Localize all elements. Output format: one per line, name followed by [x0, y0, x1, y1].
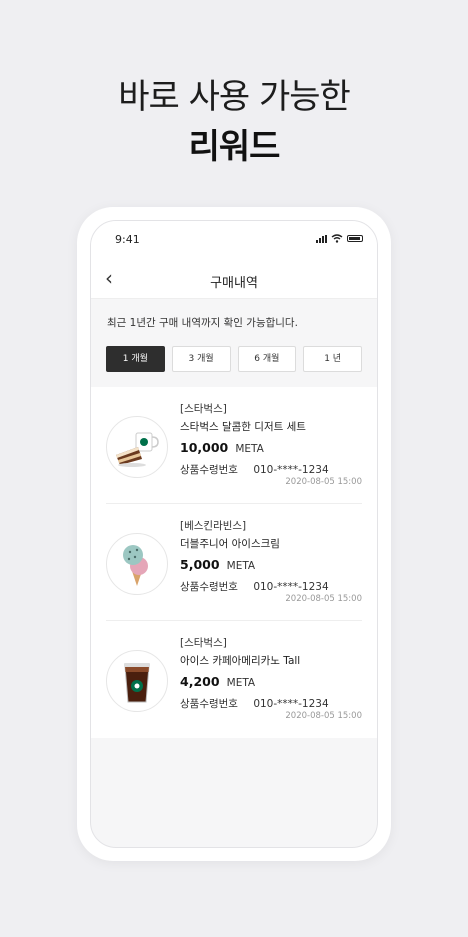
ice-cream-icon — [106, 533, 168, 595]
headline-line-1: 바로 사용 가능한 — [118, 77, 351, 117]
page-title: 구매내역 — [210, 276, 258, 291]
filter-1-month[interactable]: 1 개월 — [106, 346, 165, 372]
item-name: 아이스 카페아메리카노 Tall — [180, 655, 301, 667]
item-code-value: 010-****-1234 — [253, 698, 329, 710]
item-price-unit: META — [235, 443, 264, 455]
status-icons — [316, 234, 363, 243]
item-code: 상품수령번호 010-****-1234 — [180, 696, 362, 712]
phone-frame: 9:41 ‹ 구매내역 최근 1년간 구매 내역까지 확인 가능합니다. 1 개… — [77, 207, 391, 861]
item-date: 2020-08-05 15:00 — [285, 594, 362, 604]
purchase-item[interactable]: [스타벅스] 아이스 카페아메리카노 Tall 4,200 META 상품수령번… — [106, 621, 362, 738]
item-code-value: 010-****-1234 — [253, 581, 329, 593]
cake-coffee-icon — [106, 416, 168, 478]
item-name: 더블주니어 아이스크림 — [180, 538, 280, 550]
item-code: 상품수령번호 010-****-1234 — [180, 462, 362, 478]
item-price-value: 5,000 — [180, 557, 220, 572]
item-code-value: 010-****-1234 — [253, 464, 329, 476]
item-brand: [스타벅스] — [180, 637, 227, 649]
item-price-unit: META — [226, 677, 256, 689]
filter-1-year[interactable]: 1 년 — [303, 346, 362, 372]
signal-icon — [316, 234, 327, 243]
filter-6-months[interactable]: 6 개월 — [237, 346, 297, 372]
status-bar: 9:41 — [91, 221, 377, 261]
item-price: 4,200 META — [180, 672, 362, 692]
item-code: 상품수령번호 010-****-1234 — [180, 579, 362, 595]
purchase-item-info: [스타벅스] 아이스 카페아메리카노 Tall 4,200 META 상품수령번… — [180, 635, 362, 712]
item-code-label: 상품수령번호 — [180, 464, 238, 476]
purchase-item-info: [베스킨라빈스] 더블주니어 아이스크림 5,000 META 상품수령번호 0… — [180, 518, 362, 595]
battery-icon — [347, 235, 363, 242]
item-brand: [베스킨라빈스] — [180, 520, 247, 532]
nav-bar: ‹ 구매내역 — [91, 261, 377, 299]
wifi-icon — [331, 234, 343, 243]
purchase-list: [스타벅스] 스타벅스 달콤한 디저트 세트 10,000 META 상품수령번… — [91, 387, 377, 738]
phone-screen: 9:41 ‹ 구매내역 최근 1년간 구매 내역까지 확인 가능합니다. 1 개… — [90, 220, 378, 848]
filter-3-months[interactable]: 3 개월 — [171, 346, 231, 372]
item-code-label: 상품수령번호 — [180, 698, 238, 710]
period-notice: 최근 1년간 구매 내역까지 확인 가능합니다. — [91, 299, 377, 330]
purchase-item-info: [스타벅스] 스타벅스 달콤한 디저트 세트 10,000 META 상품수령번… — [180, 401, 362, 478]
item-price-unit: META — [226, 560, 256, 572]
period-filter-group: 1 개월 3 개월 6 개월 1 년 — [91, 330, 377, 387]
headline: 바로 사용 가능한 리워드 — [0, 74, 468, 170]
iced-coffee-icon — [106, 650, 168, 712]
item-code-label: 상품수령번호 — [180, 581, 238, 593]
purchase-item[interactable]: [스타벅스] 스타벅스 달콤한 디저트 세트 10,000 META 상품수령번… — [106, 387, 362, 504]
item-date: 2020-08-05 15:00 — [285, 711, 362, 721]
item-price: 5,000 META — [180, 555, 362, 575]
item-price-value: 10,000 — [180, 440, 229, 455]
item-price-value: 4,200 — [180, 674, 220, 689]
item-name: 스타벅스 달콤한 디저트 세트 — [180, 421, 306, 433]
headline-line-2: 리워드 — [188, 127, 281, 167]
item-price: 10,000 META — [180, 438, 362, 458]
item-date: 2020-08-05 15:00 — [285, 477, 362, 487]
item-brand: [스타벅스] — [180, 403, 227, 415]
purchase-item[interactable]: [베스킨라빈스] 더블주니어 아이스크림 5,000 META 상품수령번호 0… — [106, 504, 362, 621]
status-time: 9:41 — [115, 233, 140, 246]
